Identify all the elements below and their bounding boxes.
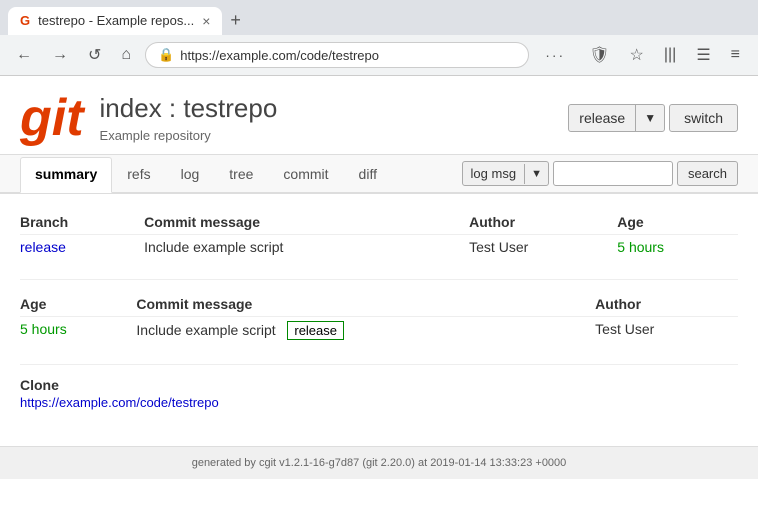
- tab-commit[interactable]: commit: [268, 157, 343, 191]
- age-col-header: Age: [617, 210, 738, 235]
- tag-badge[interactable]: release: [287, 321, 344, 340]
- tab-tree[interactable]: tree: [214, 157, 268, 191]
- tab-title: testrepo - Example repos...: [38, 13, 194, 28]
- header-actions: release ▼ switch: [568, 104, 738, 132]
- bookmark-button[interactable]: ☆: [622, 41, 652, 69]
- tab-refs[interactable]: refs: [112, 157, 165, 191]
- lock-icon: 🔒: [158, 47, 174, 63]
- tag-age-value: 5 hours: [20, 321, 67, 337]
- repo-title-area: index : testrepo Example repository: [100, 93, 569, 143]
- log-msg-arrow-icon: ▼: [524, 164, 548, 184]
- release-label: release: [569, 105, 636, 131]
- branch-cell: release: [20, 235, 144, 260]
- more-button[interactable]: ···: [537, 43, 573, 67]
- shield-button[interactable]: 🛡: [581, 41, 617, 69]
- sidebar-button[interactable]: ☰: [688, 41, 718, 69]
- author-col-header: Author: [469, 210, 617, 235]
- author-col-header-2: Author: [595, 292, 738, 317]
- browser-chrome: G testrepo - Example repos... × + ← → ↺ …: [0, 0, 758, 76]
- table-row: release Include example script Test User…: [20, 235, 738, 260]
- back-button[interactable]: ←: [10, 42, 38, 68]
- tab-favicon: G: [20, 13, 30, 28]
- tag-author-cell: Test User: [595, 317, 738, 345]
- menu-button[interactable]: ≡: [723, 41, 748, 69]
- tag-commit-prefix: Include example script: [136, 322, 275, 338]
- repo-header: git index : testrepo Example repository …: [0, 76, 758, 155]
- refresh-button[interactable]: ↺: [82, 41, 107, 69]
- tags-table: Age Commit message Author 5 hours Includ…: [20, 292, 738, 344]
- library-button[interactable]: |||: [656, 41, 684, 69]
- release-arrow-icon: ▼: [636, 106, 664, 130]
- author-cell: Test User: [469, 235, 617, 260]
- branch-link[interactable]: release: [20, 239, 66, 255]
- clone-url[interactable]: https://example.com/code/testrepo: [20, 395, 738, 410]
- search-button[interactable]: search: [677, 161, 738, 186]
- tab-diff[interactable]: diff: [344, 157, 392, 191]
- section-divider-2: [20, 364, 738, 365]
- tab-bar: G testrepo - Example repos... × +: [0, 0, 758, 35]
- clone-section: Clone https://example.com/code/testrepo: [20, 377, 738, 410]
- repo-description: Example repository: [100, 128, 569, 143]
- commit-msg-col-header-2: Commit message: [136, 292, 595, 317]
- table-row: 5 hours Include example script release T…: [20, 317, 738, 345]
- commit-msg-cell: Include example script: [144, 235, 469, 260]
- clone-label: Clone: [20, 377, 738, 393]
- search-area: log msg ▼ search: [462, 155, 738, 192]
- branches-table: Branch Commit message Author Age release…: [20, 210, 738, 259]
- page-footer: generated by cgit v1.2.1-16-g7d87 (git 2…: [0, 446, 758, 479]
- browser-toolbar: ← → ↺ ⌂ 🔒 https://example.com/code/testr…: [0, 35, 758, 75]
- tab-close-button[interactable]: ×: [202, 13, 210, 29]
- main-content: Branch Commit message Author Age release…: [0, 194, 758, 426]
- page-content: git index : testrepo Example repository …: [0, 76, 758, 479]
- age-col-header-2: Age: [20, 292, 136, 317]
- tab-log[interactable]: log: [166, 157, 215, 191]
- log-msg-label: log msg: [463, 162, 525, 185]
- section-divider: [20, 279, 738, 280]
- new-tab-button[interactable]: +: [222, 6, 249, 35]
- release-dropdown[interactable]: release ▼: [568, 104, 665, 132]
- nav-tabs: summary refs log tree commit diff: [20, 157, 462, 191]
- search-input[interactable]: [553, 161, 673, 186]
- age-value: 5 hours: [617, 239, 664, 255]
- tab-summary[interactable]: summary: [20, 157, 112, 193]
- browser-action-buttons: 🛡 ☆ ||| ☰ ≡: [581, 41, 748, 69]
- git-logo: git: [20, 92, 84, 144]
- url-text: https://example.com/code/testrepo: [180, 48, 516, 63]
- tag-age-cell: 5 hours: [20, 317, 136, 345]
- forward-button[interactable]: →: [46, 42, 74, 68]
- log-msg-dropdown[interactable]: log msg ▼: [462, 161, 549, 186]
- active-tab[interactable]: G testrepo - Example repos... ×: [8, 7, 222, 35]
- nav-tabs-container: summary refs log tree commit diff log ms…: [0, 155, 758, 194]
- footer-text: generated by cgit v1.2.1-16-g7d87 (git 2…: [192, 457, 567, 469]
- repo-title: index : testrepo: [100, 93, 569, 124]
- address-bar[interactable]: 🔒 https://example.com/code/testrepo: [145, 42, 529, 68]
- branch-col-header: Branch: [20, 210, 144, 235]
- home-button[interactable]: ⌂: [115, 42, 137, 68]
- age-cell: 5 hours: [617, 235, 738, 260]
- commit-msg-col-header: Commit message: [144, 210, 469, 235]
- tag-commit-msg-cell: Include example script release: [136, 317, 595, 345]
- switch-button[interactable]: switch: [669, 104, 738, 132]
